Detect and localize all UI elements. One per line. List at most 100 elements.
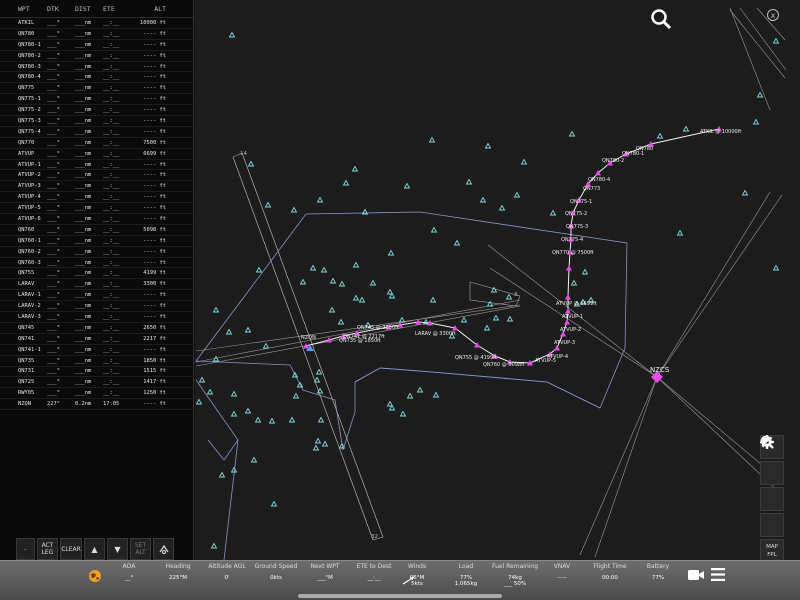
flight-plan-row[interactable]: NZQN 227° 0.2nm 17:05 ---- ft <box>0 399 194 411</box>
flight-plan-row[interactable]: QN745 ___° ___nm __:__ 2650 ft <box>0 323 194 334</box>
flight-plan-row[interactable]: QN770 ___° ___nm __:__ 7500 ft <box>0 138 194 149</box>
waypoint-triangle <box>369 279 377 286</box>
flight-plan-row[interactable]: ATVUP-1 ___° ___nm __:__ ---- ft <box>0 160 194 171</box>
route-waypoint-label: LARAV @ 3300ft <box>415 331 456 337</box>
flight-plan-row[interactable]: QN725 ___° ___nm __:__ 1417 ft <box>0 377 194 389</box>
waypoint-triangle <box>498 204 506 211</box>
route-waypoint-label: QN780-4 <box>588 177 610 183</box>
altitude: ---- ft <box>143 215 166 222</box>
center-aircraft-button[interactable] <box>760 435 784 485</box>
move-down-button[interactable]: ▼ <box>107 538 128 560</box>
altitude: ---- ft <box>143 183 166 190</box>
flight-plan-row[interactable]: QN735 ___° ___nm __:__ 1850 ft <box>0 356 194 367</box>
flight-plan-panel: WPT DTK DIST ETE ALT ATKIL ___° ___nm __:__… <box>0 0 194 560</box>
flight-plan-row[interactable]: LARAV-2 ___° ___nm __:__ ---- ft <box>0 301 194 313</box>
flight-plan-row[interactable]: QN775-3 ___° ___nm __:__ ---- ft <box>0 116 194 127</box>
flight-plan-row[interactable]: QN780-4 ___° ___nm __:__ ---- ft <box>0 72 194 84</box>
flight-plan-row[interactable]: ATVUP-4 ___° ___nm __:__ ---- ft <box>0 192 194 204</box>
flight-plan-row[interactable]: QN755 ___° ___nm __:__ 4199 ft <box>0 268 194 280</box>
flight-plan-row[interactable]: ATVUP-3 ___° ___nm __:__ ---- ft <box>0 181 194 193</box>
flight-plan-row[interactable]: QN760-3 ___° ___nm __:__ ---- ft <box>0 258 194 269</box>
ete-value: __:__ <box>103 215 120 222</box>
remove-button[interactable]: - <box>16 538 35 560</box>
airport-label: NZCS <box>650 366 670 374</box>
activate-leg-button[interactable]: ACT LEG <box>37 538 58 560</box>
clear-button[interactable]: CLEAR <box>60 538 82 560</box>
flight-plan-row[interactable]: ATVUP-6 ___° ___nm __:__ ---- ft <box>0 214 194 225</box>
flight-plan-row[interactable]: QN775-2 ___° ___nm __:__ ---- ft <box>0 105 194 117</box>
flight-plan-row[interactable]: QN741 ___° ___nm __:__ 2217 ft <box>0 334 194 345</box>
search-button[interactable] <box>650 8 672 30</box>
ete-value: __:__ <box>103 139 120 146</box>
camera-icon[interactable] <box>688 569 704 581</box>
waypoint-triangle <box>250 456 258 463</box>
altitude: 2650 ft <box>143 324 166 331</box>
distance: ___nm <box>75 346 92 353</box>
distance: ___nm <box>75 324 92 331</box>
flight-plan-row[interactable]: QN760 ___° ___nm __:__ 5098 ft <box>0 225 194 236</box>
flight-plan-row[interactable]: QN780-1 ___° ___nm __:__ ---- ft <box>0 40 194 51</box>
ete-value: __:__ <box>103 19 120 26</box>
waypoint-triangle <box>320 266 328 273</box>
flight-plan-row[interactable]: ATVUP ___° ___nm __:__ 6699 ft <box>0 149 194 160</box>
altitude: 4199 ft <box>143 270 166 277</box>
ete-value: __:__ <box>103 368 120 375</box>
flight-plan-row[interactable]: QN760-1 ___° ___nm __:__ ---- ft <box>0 236 194 247</box>
waypoint-triangle <box>752 118 760 125</box>
distance: ___nm <box>75 41 92 48</box>
map-view[interactable]: ATKIL @ 10000ft QN780 QN780-1 QN780-2 QN780-… <box>195 0 800 560</box>
flight-plan-row[interactable]: QN775-4 ___° ___nm __:__ ---- ft <box>0 127 194 138</box>
waypoint-triangle <box>338 280 346 287</box>
waypoint-name: ATVUP-3 <box>18 183 41 190</box>
altitude: 1850 ft <box>143 357 166 364</box>
map-controls: MAP FPL <box>760 435 786 560</box>
altitude: ---- ft <box>143 30 166 37</box>
waypoint-triangle <box>195 398 203 405</box>
ete-value: __:__ <box>103 30 120 37</box>
waypoint-name: ATVUP-1 <box>18 161 41 168</box>
flight-plan-row[interactable]: ATVUP-2 ___° ___nm __:__ ---- ft <box>0 170 194 182</box>
flight-plan-row[interactable]: ATVUP-5 ___° ___nm __:__ ---- ft <box>0 203 194 215</box>
flight-plan-row[interactable]: QN775-1 ___° ___nm __:__ ---- ft <box>0 94 194 106</box>
waypoint-triangle <box>210 542 218 549</box>
flight-plan-row[interactable]: QN741-1 ___° ___nm __:__ ---- ft <box>0 345 194 356</box>
flight-plan-row[interactable]: QN731 ___° ___nm __:__ 1515 ft <box>0 367 194 378</box>
close-button[interactable]: x <box>767 9 779 21</box>
flight-plan-row[interactable]: LARAV-3 ___° ___nm __:__ ---- ft <box>0 312 194 323</box>
leg-label: LEG <box>41 549 54 556</box>
map-canvas[interactable]: ATKIL @ 10000ftQN780QN780-1QN780-2QN780-… <box>195 0 800 560</box>
flight-plan-row[interactable]: QN780-2 ___° ___nm __:__ ---- ft <box>0 51 194 62</box>
move-up-button[interactable]: ▲ <box>84 538 105 560</box>
waypoint-triangle <box>505 293 513 300</box>
waypoint-triangle <box>387 249 395 256</box>
menu-icon[interactable] <box>711 568 725 581</box>
flight-plan-row[interactable]: QN780-3 ___° ___nm __:__ ---- ft <box>0 62 194 73</box>
waypoint-triangle <box>352 294 360 301</box>
ete-value: __:__ <box>103 324 120 331</box>
zoom-out-button[interactable] <box>760 435 784 537</box>
flight-plan-row[interactable]: LARAV ___° ___nm __:__ 3300 ft <box>0 279 194 291</box>
col-ete: ETE <box>103 4 115 13</box>
close-icon: x <box>770 10 776 20</box>
waypoint-name: QN760-3 <box>18 259 41 266</box>
map-fpl-toggle[interactable]: MAP FPL <box>760 539 784 560</box>
waypoint-name: QN780-1 <box>18 41 41 48</box>
fpl-label: FPL <box>767 552 777 558</box>
zoom-in-button[interactable] <box>760 435 784 511</box>
flight-plan-row[interactable]: RWY05 ___° ___nm __:__ 1250 ft <box>0 388 194 400</box>
route-waypoint-label: QN760 @ 5098ft <box>483 362 525 368</box>
flight-plan-row[interactable]: QN760-2 ___° ___nm __:__ ---- ft <box>0 247 194 258</box>
waypoint-triangle <box>268 417 276 424</box>
waypoint-triangle <box>741 189 749 196</box>
flight-plan-row[interactable]: LARAV-1 ___° ___nm __:__ ---- ft <box>0 290 194 302</box>
waypoint-triangle <box>314 437 322 444</box>
flight-plan-row[interactable]: ATKIL ___° ___nm __:__ 10000 ft <box>0 18 194 29</box>
desired-track: ___° <box>47 313 60 320</box>
altitude: ---- ft <box>143 63 166 70</box>
direct-to-button[interactable] <box>153 538 174 560</box>
flight-plan-row[interactable]: QN780 ___° ___nm __:__ ---- ft <box>0 29 194 40</box>
flight-plan-row[interactable]: QN775 ___° ___nm __:__ ---- ft <box>0 83 194 95</box>
set-alt-button[interactable]: SET ALT <box>130 538 151 560</box>
home-indicator[interactable] <box>298 594 502 598</box>
waypoint-triangle <box>218 471 226 478</box>
